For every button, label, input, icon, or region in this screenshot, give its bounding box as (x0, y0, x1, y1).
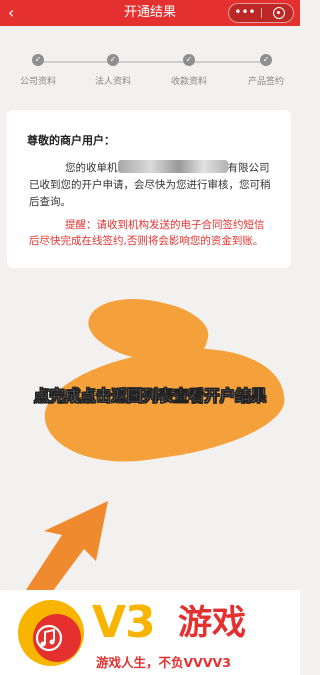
warning-text: 提醒：请收到机构发送的电子合同签约短信后尽快完成在线签约,否则将会影响您的资金到… (29, 219, 265, 247)
redacted-company-name (117, 160, 228, 173)
result-message: 您的收单机 有限公司已收到您的开户申请，会尽快为您进行审核，您可稍后查询。 (29, 160, 271, 211)
capsule-divider (261, 8, 262, 18)
music-note-logo-icon (18, 600, 84, 666)
brand-slogan: 游戏人生，不负VVVV3 (96, 655, 231, 670)
steps-line (38, 61, 266, 63)
step-label: 公司资料 (19, 77, 56, 87)
step-company: ✓ 公司资料 (6, 54, 70, 87)
step-legal-person: ✓ 法人资料 (81, 54, 145, 87)
title-bar: ‹ 开通结果 ••• (0, 0, 300, 26)
step-label: 法人资料 (94, 77, 131, 87)
arrow-icon (20, 501, 108, 603)
mini-program-capsule: ••• (228, 3, 294, 23)
step-label: 收款资料 (170, 77, 207, 87)
check-icon: ✓ (260, 54, 272, 66)
greeting: 尊敬的商户用户： (27, 134, 115, 147)
close-circle-icon[interactable] (273, 7, 285, 19)
progress-steps: ✓ 公司资料 ✓ 法人资料 ✓ 收款资料 ✓ 产品签约 (0, 50, 300, 90)
instruction-caption: 点完成点击返回列表查看开户结果 (33, 387, 267, 405)
check-icon: ✓ (107, 54, 119, 66)
brand-v3: V3 (92, 597, 156, 648)
message-prefix: 您的收单机 (65, 162, 118, 174)
check-icon: ✓ (183, 54, 195, 66)
step-label: 产品签约 (247, 77, 284, 87)
watermark-banner: V3 游戏 游戏人生，不负VVVV3 (0, 590, 300, 675)
step-product-signing: ✓ 产品签约 (234, 54, 298, 87)
more-icon[interactable]: ••• (229, 4, 261, 22)
result-card: 尊敬的商户用户： 您的收单机 有限公司已收到您的开户申请，会尽快为您进行审核，您可… (7, 110, 291, 268)
step-payment: ✓ 收款资料 (157, 54, 221, 87)
check-icon: ✓ (32, 54, 44, 66)
brand-game: 游戏 (178, 603, 246, 643)
